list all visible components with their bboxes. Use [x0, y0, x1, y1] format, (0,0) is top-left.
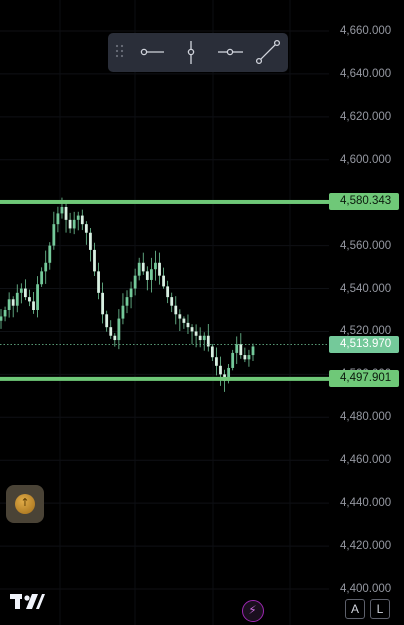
price-axis-tick: 4,440.000 — [340, 497, 392, 510]
candle — [76, 215, 80, 220]
candle — [109, 327, 113, 336]
candle — [158, 262, 161, 276]
candle — [137, 262, 141, 276]
candle — [206, 335, 210, 347]
candle — [141, 262, 145, 272]
drawing-toolbar — [108, 33, 288, 72]
vertical-line-icon[interactable] — [173, 33, 209, 72]
log-scale-button[interactable]: L — [370, 599, 390, 619]
candle — [178, 314, 182, 319]
candle — [247, 355, 251, 360]
horizontal-line-icon[interactable] — [136, 33, 172, 72]
price-axis-tick: 4,540.000 — [340, 282, 392, 295]
coin-icon: ↑ — [15, 494, 35, 514]
grid-lines — [0, 0, 329, 625]
candle — [239, 344, 243, 356]
candle — [231, 352, 235, 368]
candle — [105, 314, 109, 328]
candle — [202, 335, 206, 341]
candle — [89, 232, 92, 250]
candle — [80, 215, 84, 225]
price-alert-button[interactable]: ↑ — [6, 485, 44, 523]
candle — [60, 206, 64, 214]
price-axis-tick: 4,640.000 — [340, 67, 392, 80]
candle — [198, 335, 202, 341]
candle — [97, 271, 100, 293]
lightning-icon[interactable]: ⚡ — [242, 600, 264, 622]
tradingview-logo[interactable] — [10, 592, 46, 612]
candle — [11, 299, 15, 306]
candle — [243, 355, 247, 360]
candle — [219, 365, 222, 375]
candle — [93, 249, 96, 272]
candle — [23, 288, 27, 298]
candle — [52, 224, 56, 246]
candle — [48, 245, 52, 263]
candle — [194, 331, 198, 336]
candle — [3, 310, 7, 317]
candle — [251, 346, 255, 356]
candle — [174, 305, 178, 315]
candle — [32, 301, 35, 310]
candle — [68, 219, 72, 229]
candle — [154, 262, 157, 270]
candle — [162, 275, 165, 287]
drag-handle-icon[interactable] — [108, 33, 130, 72]
candle — [113, 335, 117, 341]
candle — [186, 322, 190, 328]
candle — [101, 292, 105, 315]
candle — [15, 292, 19, 306]
candle — [40, 271, 44, 285]
candle — [44, 262, 48, 272]
candle — [182, 318, 186, 323]
price-axis-tick: 4,480.000 — [340, 411, 392, 424]
candle — [117, 318, 121, 341]
candle — [145, 271, 149, 280]
auto-scale-button[interactable]: A — [345, 599, 365, 619]
candle — [215, 357, 218, 366]
price-axis-tick: 4,620.000 — [340, 110, 392, 123]
candle — [166, 286, 170, 298]
candle — [19, 288, 23, 293]
candle — [210, 346, 214, 358]
price-axis-tick: 4,400.000 — [340, 583, 392, 595]
candle — [0, 316, 3, 321]
candle — [235, 344, 239, 353]
horizontal-ray-icon[interactable] — [212, 33, 248, 72]
candle — [190, 327, 194, 332]
candle — [84, 224, 88, 233]
current-price-label: 4,513.970 — [329, 335, 399, 353]
candle — [133, 275, 137, 289]
candle — [125, 297, 129, 306]
candle — [72, 219, 76, 229]
price-axis-tick: 4,560.000 — [340, 239, 392, 252]
candle — [129, 288, 133, 298]
support-line[interactable] — [0, 376, 329, 381]
price-chart[interactable] — [0, 0, 404, 625]
price-axis-tick: 4,660.000 — [340, 25, 392, 37]
price-axis-tick: 4,420.000 — [340, 540, 392, 553]
support-price-label: 4,497.901 — [329, 370, 399, 388]
candle — [170, 297, 174, 306]
candle — [64, 206, 68, 220]
candle — [28, 297, 31, 302]
price-axis-tick: 4,600.000 — [340, 153, 392, 166]
candle — [36, 284, 39, 310]
candle — [7, 299, 11, 310]
candle — [56, 213, 60, 225]
trend-line-icon[interactable] — [250, 33, 286, 72]
resistance-line[interactable] — [0, 199, 329, 204]
candle — [149, 269, 153, 280]
candles — [0, 197, 255, 392]
resistance-price-label: 4,580.343 — [329, 193, 399, 211]
price-axis-tick: 4,460.000 — [340, 454, 392, 467]
candle — [121, 305, 125, 319]
